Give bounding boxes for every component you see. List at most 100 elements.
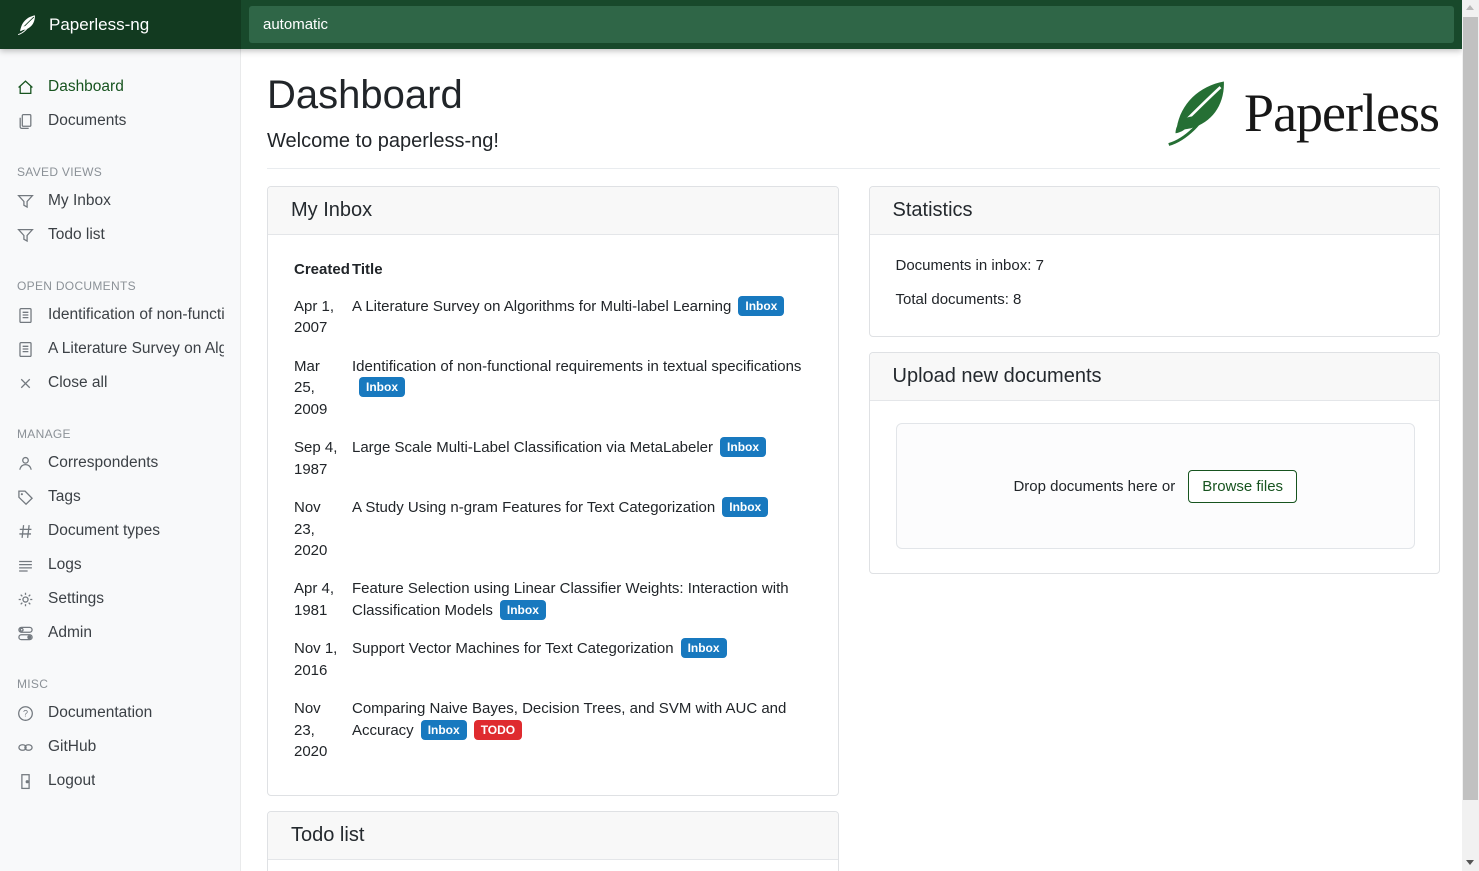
document-link[interactable]: Support Vector Machines for Text Categor… xyxy=(352,640,674,657)
table-row: Mar 25, 2009 Identification of non-funct… xyxy=(294,348,814,429)
stat-total-documents: Total documents: 8 xyxy=(896,291,1416,308)
upload-dropzone[interactable]: Drop documents here or Browse files xyxy=(896,423,1416,549)
my-inbox-card-title: My Inbox xyxy=(268,187,838,235)
created-cell: Nov 23, 2020 xyxy=(294,690,352,771)
person-icon xyxy=(17,455,34,472)
statistics-card: Statistics Documents in inbox: 7 Total d… xyxy=(869,186,1441,337)
document-link[interactable]: Feature Selection using Linear Classifie… xyxy=(352,580,789,618)
app-brand[interactable]: Paperless-ng xyxy=(0,0,241,49)
navbar-search-area xyxy=(241,0,1462,49)
title-cell: Large Scale Multi-Label Classification v… xyxy=(352,429,814,489)
documents-icon xyxy=(17,113,34,130)
toggles-icon xyxy=(17,625,34,642)
upload-card: Upload new documents Drop documents here… xyxy=(869,352,1441,574)
right-column: Statistics Documents in inbox: 7 Total d… xyxy=(869,186,1441,589)
header-divider xyxy=(267,168,1440,169)
table-row: Nov 23, 2020 Comparing Naive Bayes, Deci… xyxy=(294,690,814,771)
door-icon xyxy=(17,773,34,790)
todo-list-card-title: Todo list xyxy=(268,812,838,860)
question-circle-icon: ? xyxy=(17,705,34,722)
tag-icon xyxy=(17,489,34,506)
vertical-scrollbar[interactable] xyxy=(1462,0,1479,871)
inbox-badge: Inbox xyxy=(359,377,405,397)
inbox-badge: Inbox xyxy=(722,497,768,517)
todo-badge: TODO xyxy=(474,720,522,740)
inbox-badge: Inbox xyxy=(720,437,766,457)
logo-wordmark: Paperless xyxy=(1244,82,1439,144)
inbox-badge: Inbox xyxy=(681,638,727,658)
document-link[interactable]: A Study Using n-gram Features for Text C… xyxy=(352,499,715,516)
scrollbar-up-arrow[interactable] xyxy=(1466,5,1474,10)
todo-list-card: Todo list Created Title Aug 1, 1996 An A… xyxy=(267,811,839,871)
column-header-title: Title xyxy=(352,257,814,288)
file-text-icon xyxy=(17,307,34,324)
statistics-card-title: Statistics xyxy=(870,187,1440,235)
house-icon xyxy=(17,79,34,96)
sidebar-item-correspondents[interactable]: Correspondents xyxy=(0,446,241,480)
dropzone-text: Drop documents here or xyxy=(1013,478,1175,495)
title-cell: Support Vector Machines for Text Categor… xyxy=(352,630,814,690)
sidebar-item-logs[interactable]: Logs xyxy=(0,548,241,582)
main-content: Dashboard Welcome to paperless-ng! Paper… xyxy=(241,49,1462,871)
gear-icon xyxy=(17,591,34,608)
sidebar-heading-misc: MISC xyxy=(17,671,224,693)
sidebar-item-close-all[interactable]: Close all xyxy=(0,366,241,400)
title-cell: Feature Selection using Linear Classifie… xyxy=(352,570,814,630)
inbox-badge: Inbox xyxy=(500,600,546,620)
page-header: Dashboard Welcome to paperless-ng! Paper… xyxy=(267,73,1440,153)
close-icon xyxy=(17,375,34,392)
sidebar-item-document-types[interactable]: Document types xyxy=(0,514,241,548)
created-cell: Nov 1, 2016 xyxy=(294,630,352,690)
left-column: My Inbox Created Title Apr 1, 2007 A Lit… xyxy=(267,186,839,871)
sidebar-item-dashboard[interactable]: Dashboard xyxy=(0,70,241,104)
paperless-logo: Paperless xyxy=(1162,75,1439,151)
inbox-table: Created Title Apr 1, 2007 A Literature S… xyxy=(294,257,814,771)
table-row: Nov 1, 2016 Support Vector Machines for … xyxy=(294,630,814,690)
app-title: Paperless-ng xyxy=(49,15,149,35)
table-row: Nov 23, 2020 A Study Using n-gram Featur… xyxy=(294,489,814,570)
title-cell: A Literature Survey on Algorithms for Mu… xyxy=(352,288,814,348)
sidebar-item-github[interactable]: GitHub xyxy=(0,730,241,764)
sidebar-item-my-inbox[interactable]: My Inbox xyxy=(0,184,241,218)
sidebar-item-open-doc-2[interactable]: A Literature Survey on Algori... xyxy=(0,332,241,366)
filter-icon xyxy=(17,227,34,244)
document-link[interactable]: Identification of non-functional require… xyxy=(352,358,801,375)
created-cell: Mar 25, 2009 xyxy=(294,348,352,429)
leaf-logo-icon xyxy=(1162,75,1234,151)
my-inbox-card: My Inbox Created Title Apr 1, 2007 A Lit… xyxy=(267,186,839,796)
stat-documents-in-inbox: Documents in inbox: 7 xyxy=(896,257,1416,274)
created-cell: Nov 23, 2020 xyxy=(294,489,352,570)
sidebar-item-settings[interactable]: Settings xyxy=(0,582,241,616)
scrollbar-thumb[interactable] xyxy=(1463,17,1478,800)
column-header-created: Created xyxy=(294,257,352,288)
sidebar-item-todo-list[interactable]: Todo list xyxy=(0,218,241,252)
list-icon xyxy=(17,557,34,574)
sidebar-item-logout[interactable]: Logout xyxy=(0,764,241,798)
sidebar-item-admin[interactable]: Admin xyxy=(0,616,241,650)
table-row: Apr 1, 2007 A Literature Survey on Algor… xyxy=(294,288,814,348)
document-link[interactable]: Comparing Naive Bayes, Decision Trees, a… xyxy=(352,700,786,738)
inbox-badge: Inbox xyxy=(738,296,784,316)
sidebar-heading-saved-views: SAVED VIEWS xyxy=(17,159,224,181)
sidebar-item-documentation[interactable]: ? Documentation xyxy=(0,696,241,730)
sidebar: Dashboard Documents SAVED VIEWS My Inbox… xyxy=(0,49,241,871)
created-cell: Sep 4, 1987 xyxy=(294,429,352,489)
document-link[interactable]: Large Scale Multi-Label Classification v… xyxy=(352,439,713,456)
title-cell: Identification of non-functional require… xyxy=(352,348,814,429)
filter-icon xyxy=(17,193,34,210)
sidebar-item-documents[interactable]: Documents xyxy=(0,104,241,138)
inbox-badge: Inbox xyxy=(421,720,467,740)
top-navbar: Paperless-ng xyxy=(0,0,1462,49)
file-text-icon xyxy=(17,341,34,358)
sidebar-item-open-doc-1[interactable]: Identification of non-functio... xyxy=(0,298,241,332)
table-row: Sep 4, 1987 Large Scale Multi-Label Clas… xyxy=(294,429,814,489)
hash-icon xyxy=(17,523,34,540)
table-row: Apr 4, 1981 Feature Selection using Line… xyxy=(294,570,814,630)
sidebar-heading-manage: MANAGE xyxy=(17,421,224,443)
sidebar-item-tags[interactable]: Tags xyxy=(0,480,241,514)
browse-files-button[interactable]: Browse files xyxy=(1188,470,1297,503)
scrollbar-down-arrow[interactable] xyxy=(1466,860,1474,865)
search-input[interactable] xyxy=(249,6,1454,43)
svg-text:?: ? xyxy=(23,708,28,718)
document-link[interactable]: A Literature Survey on Algorithms for Mu… xyxy=(352,298,731,315)
